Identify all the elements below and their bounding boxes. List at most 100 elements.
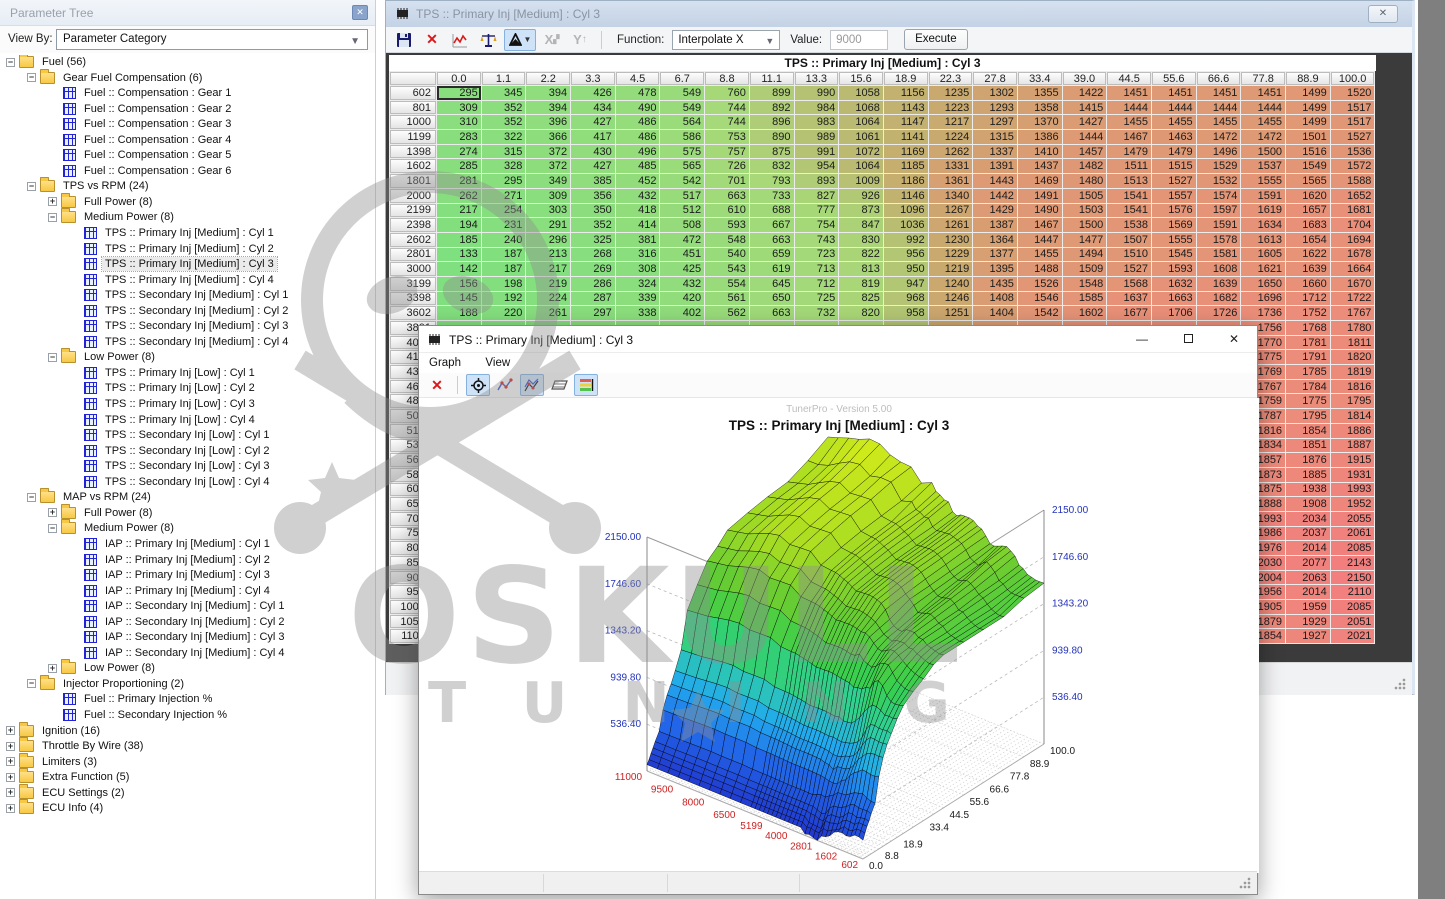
map-cell[interactable]: 1427 bbox=[1063, 115, 1107, 129]
tree-item-label[interactable]: TPS :: Secondary Inj [Low] : Cyl 4 bbox=[102, 475, 272, 489]
map-cell[interactable]: 1820 bbox=[1331, 350, 1375, 364]
map-cell[interactable]: 1096 bbox=[884, 204, 928, 218]
map-cell[interactable]: 1814 bbox=[1331, 409, 1375, 423]
map-cell[interactable]: 663 bbox=[705, 189, 749, 203]
tree-folder-row[interactable]: −Low Power (8) bbox=[0, 350, 375, 366]
map-cell[interactable]: 271 bbox=[482, 189, 526, 203]
graph-view-button[interactable] bbox=[448, 29, 472, 51]
map-cell[interactable]: 1408 bbox=[973, 292, 1017, 306]
map-cell[interactable]: 478 bbox=[616, 86, 660, 100]
map-cell[interactable]: 549 bbox=[660, 86, 704, 100]
map-cell[interactable]: 1358 bbox=[1018, 101, 1062, 115]
tree-folder-row[interactable]: +Full Power (8) bbox=[0, 195, 375, 211]
tree-item-label[interactable]: Medium Power (8) bbox=[81, 210, 177, 224]
map-cell[interactable]: 1061 bbox=[839, 130, 883, 144]
collapse-icon[interactable]: − bbox=[6, 58, 15, 67]
map-cell[interactable]: 1704 bbox=[1331, 218, 1375, 232]
map-cell[interactable]: 1781 bbox=[1286, 336, 1330, 350]
row-header-rpm[interactable]: 2602 bbox=[390, 233, 436, 247]
map-cell[interactable]: 1767 bbox=[1331, 306, 1375, 320]
map-cell[interactable]: 847 bbox=[839, 218, 883, 232]
map-cell[interactable]: 418 bbox=[616, 204, 660, 218]
map-cell[interactable]: 819 bbox=[839, 277, 883, 291]
map-cell[interactable]: 1262 bbox=[929, 145, 973, 159]
map-cell[interactable]: 1404 bbox=[973, 306, 1017, 320]
map-cell[interactable]: 1480 bbox=[1063, 174, 1107, 188]
map-cell[interactable]: 1141 bbox=[884, 130, 928, 144]
tree-item-row[interactable]: TPS :: Primary Inj [Low] : Cyl 1 bbox=[0, 366, 375, 382]
tree-folder-row[interactable]: +Throttle By Wire (38) bbox=[0, 739, 375, 755]
map-cell[interactable]: 295 bbox=[437, 86, 481, 100]
map-cell[interactable]: 1795 bbox=[1331, 394, 1375, 408]
tree-item-label[interactable]: IAP :: Secondary Inj [Medium] : Cyl 2 bbox=[102, 615, 288, 629]
map-cell[interactable]: 744 bbox=[705, 101, 749, 115]
tree-item-row[interactable]: IAP :: Secondary Inj [Medium] : Cyl 1 bbox=[0, 599, 375, 615]
line-series-button[interactable] bbox=[493, 374, 517, 396]
map-cell[interactable]: 486 bbox=[616, 130, 660, 144]
tree-folder-row[interactable]: +ECU Settings (2) bbox=[0, 786, 375, 802]
collapse-icon[interactable]: − bbox=[48, 353, 57, 362]
tree-item-label[interactable]: IAP :: Primary Inj [Medium] : Cyl 4 bbox=[102, 584, 273, 598]
menu-graph[interactable]: Graph bbox=[419, 354, 471, 369]
map-cell[interactable]: 958 bbox=[884, 306, 928, 320]
column-header-tps[interactable]: 1.1 bbox=[482, 72, 526, 85]
close-icon[interactable]: ✕ bbox=[1211, 326, 1257, 353]
map-cell[interactable]: 1217 bbox=[929, 115, 973, 129]
map-cell[interactable]: 757 bbox=[705, 145, 749, 159]
map-cell[interactable]: 968 bbox=[884, 292, 928, 306]
map-cell[interactable]: 873 bbox=[839, 204, 883, 218]
map-cell[interactable]: 2021 bbox=[1331, 629, 1375, 643]
map-cell[interactable]: 2061 bbox=[1331, 527, 1375, 541]
map-cell[interactable]: 1499 bbox=[1286, 86, 1330, 100]
expand-icon[interactable]: + bbox=[6, 726, 15, 735]
map-cell[interactable]: 1529 bbox=[1197, 159, 1241, 173]
map-cell[interactable]: 1494 bbox=[1063, 248, 1107, 262]
map-cell[interactable]: 1463 bbox=[1152, 130, 1196, 144]
map-cell[interactable]: 185 bbox=[437, 233, 481, 247]
map-cell[interactable]: 1621 bbox=[1241, 262, 1285, 276]
map-cell[interactable]: 1593 bbox=[1152, 262, 1196, 276]
map-cell[interactable]: 1546 bbox=[1018, 292, 1062, 306]
tree-item-label[interactable]: Fuel :: Compensation : Gear 4 bbox=[81, 133, 234, 147]
map-cell[interactable]: 1444 bbox=[1107, 101, 1151, 115]
tree-item-label[interactable]: TPS :: Primary Inj [Medium] : Cyl 1 bbox=[102, 226, 277, 240]
delta-mode-button[interactable]: ▼ bbox=[504, 29, 536, 51]
tree-item-row[interactable]: TPS :: Primary Inj [Medium] : Cyl 3 bbox=[0, 257, 375, 273]
surface-series-button[interactable] bbox=[520, 374, 544, 396]
map-cell[interactable]: 1444 bbox=[1241, 101, 1285, 115]
tree-item-row[interactable]: IAP :: Secondary Inj [Medium] : Cyl 3 bbox=[0, 630, 375, 646]
tree-item-row[interactable]: Fuel :: Compensation : Gear 5 bbox=[0, 148, 375, 164]
tree-item-row[interactable]: TPS :: Secondary Inj [Medium] : Cyl 1 bbox=[0, 288, 375, 304]
tree-item-row[interactable]: Fuel :: Compensation : Gear 2 bbox=[0, 102, 375, 118]
column-header-tps[interactable]: 18.9 bbox=[884, 72, 928, 85]
map-cell[interactable]: 1915 bbox=[1331, 453, 1375, 467]
tree-item-label[interactable]: Fuel :: Primary Injection % bbox=[81, 692, 215, 706]
map-cell[interactable]: 1509 bbox=[1063, 262, 1107, 276]
expand-icon[interactable]: + bbox=[6, 742, 15, 751]
resize-grip[interactable] bbox=[1394, 678, 1406, 690]
map-cell[interactable]: 561 bbox=[705, 292, 749, 306]
column-header-tps[interactable]: 77.8 bbox=[1241, 72, 1285, 85]
close-graph-button[interactable]: ✕ bbox=[425, 374, 449, 396]
map-cell[interactable]: 1337 bbox=[973, 145, 1017, 159]
map-cell[interactable]: 372 bbox=[526, 145, 570, 159]
map-cell[interactable]: 575 bbox=[660, 145, 704, 159]
map-cell[interactable]: 1885 bbox=[1286, 468, 1330, 482]
column-header-tps[interactable]: 6.7 bbox=[660, 72, 704, 85]
map-cell[interactable]: 427 bbox=[571, 115, 615, 129]
row-header-rpm[interactable]: 3398 bbox=[390, 292, 436, 306]
map-cell[interactable]: 1036 bbox=[884, 218, 928, 232]
map-cell[interactable]: 549 bbox=[660, 101, 704, 115]
tree-item-row[interactable]: IAP :: Primary Inj [Medium] : Cyl 1 bbox=[0, 537, 375, 553]
map-cell[interactable]: 396 bbox=[526, 115, 570, 129]
column-header-tps[interactable]: 11.1 bbox=[750, 72, 794, 85]
map-cell[interactable]: 1370 bbox=[1018, 115, 1062, 129]
row-header-rpm[interactable]: 801 bbox=[390, 101, 436, 115]
tree-item-row[interactable]: TPS :: Secondary Inj [Low] : Cyl 4 bbox=[0, 475, 375, 491]
expand-icon[interactable]: + bbox=[48, 197, 57, 206]
map-cell[interactable]: 1387 bbox=[973, 218, 1017, 232]
map-cell[interactable]: 1503 bbox=[1063, 204, 1107, 218]
map-cell[interactable]: 1517 bbox=[1331, 115, 1375, 129]
map-cell[interactable]: 2051 bbox=[1331, 615, 1375, 629]
map-cell[interactable]: 1784 bbox=[1286, 380, 1330, 394]
